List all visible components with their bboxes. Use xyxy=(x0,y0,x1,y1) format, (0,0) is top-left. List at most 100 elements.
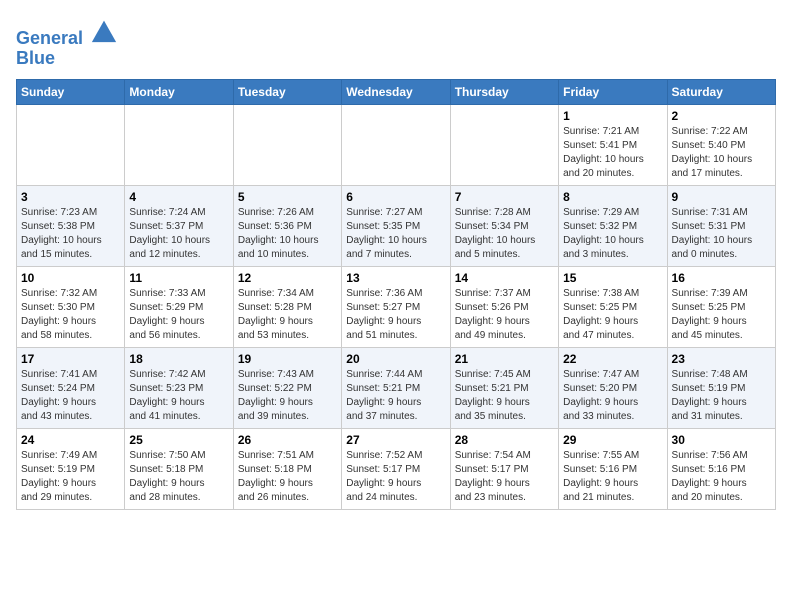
day-info: Sunrise: 7:49 AM Sunset: 5:19 PM Dayligh… xyxy=(21,449,120,505)
day-number: 12 xyxy=(238,271,337,285)
logo: General Blue xyxy=(16,16,118,69)
day-number: 19 xyxy=(238,352,337,366)
calendar-cell: 26Sunrise: 7:51 AM Sunset: 5:18 PM Dayli… xyxy=(233,428,341,509)
calendar-cell: 8 Sunrise: 7:29 AM Sunset: 5:32 PM Daylig… xyxy=(559,185,667,266)
calendar-cell: 21Sunrise: 7:45 AM Sunset: 5:21 PM Dayli… xyxy=(450,347,558,428)
calendar-cell: 5 Sunrise: 7:26 AM Sunset: 5:36 PM Daylig… xyxy=(233,185,341,266)
day-header-thursday: Thursday xyxy=(450,79,558,104)
day-number: 24 xyxy=(21,433,120,447)
day-number: 28 xyxy=(455,433,554,447)
calendar-cell: 7 Sunrise: 7:28 AM Sunset: 5:34 PM Daylig… xyxy=(450,185,558,266)
day-number: 20 xyxy=(346,352,445,366)
day-info: Sunrise: 7:37 AM Sunset: 5:26 PM Dayligh… xyxy=(455,287,554,343)
day-number: 10 xyxy=(21,271,120,285)
day-info: Sunrise: 7:39 AM Sunset: 5:25 PM Dayligh… xyxy=(672,287,771,343)
day-info: Sunrise: 7:34 AM Sunset: 5:28 PM Dayligh… xyxy=(238,287,337,343)
calendar-cell: 13Sunrise: 7:36 AM Sunset: 5:27 PM Dayli… xyxy=(342,266,450,347)
calendar-week-row: 3 Sunrise: 7:23 AM Sunset: 5:38 PM Daylig… xyxy=(17,185,776,266)
calendar-cell: 22Sunrise: 7:47 AM Sunset: 5:20 PM Dayli… xyxy=(559,347,667,428)
calendar-cell: 4 Sunrise: 7:24 AM Sunset: 5:37 PM Daylig… xyxy=(125,185,233,266)
calendar-cell: 29 Sunrise: 7:55 AM Sunset: 5:16 PM Dayli… xyxy=(559,428,667,509)
calendar-cell xyxy=(450,104,558,185)
logo-icon xyxy=(90,16,118,44)
day-info: Sunrise: 7:21 AM Sunset: 5:41 PM Dayligh… xyxy=(563,125,662,181)
day-number: 9 xyxy=(672,190,771,204)
day-info: Sunrise: 7:22 AM Sunset: 5:40 PM Dayligh… xyxy=(672,125,771,181)
day-info: Sunrise: 7:38 AM Sunset: 5:25 PM Dayligh… xyxy=(563,287,662,343)
day-number: 17 xyxy=(21,352,120,366)
day-number: 18 xyxy=(129,352,228,366)
day-number: 1 xyxy=(563,109,662,123)
calendar-cell: 10 Sunrise: 7:32 AM Sunset: 5:30 PM Dayli… xyxy=(17,266,125,347)
calendar-cell: 11 Sunrise: 7:33 AM Sunset: 5:29 PM Dayli… xyxy=(125,266,233,347)
day-number: 3 xyxy=(21,190,120,204)
day-info: Sunrise: 7:50 AM Sunset: 5:18 PM Dayligh… xyxy=(129,449,228,505)
calendar-cell: 25 Sunrise: 7:50 AM Sunset: 5:18 PM Dayli… xyxy=(125,428,233,509)
day-number: 21 xyxy=(455,352,554,366)
calendar-week-row: 17Sunrise: 7:41 AM Sunset: 5:24 PM Dayli… xyxy=(17,347,776,428)
calendar-week-row: 10 Sunrise: 7:32 AM Sunset: 5:30 PM Dayli… xyxy=(17,266,776,347)
day-header-monday: Monday xyxy=(125,79,233,104)
day-header-friday: Friday xyxy=(559,79,667,104)
day-header-wednesday: Wednesday xyxy=(342,79,450,104)
calendar-cell xyxy=(125,104,233,185)
logo-text: General xyxy=(16,16,118,49)
logo-general: General xyxy=(16,28,83,48)
calendar-cell: 9 Sunrise: 7:31 AM Sunset: 5:31 PM Daylig… xyxy=(667,185,775,266)
day-number: 23 xyxy=(672,352,771,366)
calendar-cell xyxy=(233,104,341,185)
calendar-cell xyxy=(17,104,125,185)
calendar-week-row: 1 Sunrise: 7:21 AM Sunset: 5:41 PM Daylig… xyxy=(17,104,776,185)
day-header-sunday: Sunday xyxy=(17,79,125,104)
day-info: Sunrise: 7:48 AM Sunset: 5:19 PM Dayligh… xyxy=(672,368,771,424)
day-info: Sunrise: 7:26 AM Sunset: 5:36 PM Dayligh… xyxy=(238,206,337,262)
day-header-tuesday: Tuesday xyxy=(233,79,341,104)
day-number: 8 xyxy=(563,190,662,204)
calendar-cell: 16 Sunrise: 7:39 AM Sunset: 5:25 PM Dayli… xyxy=(667,266,775,347)
day-number: 15 xyxy=(563,271,662,285)
day-number: 13 xyxy=(346,271,445,285)
day-info: Sunrise: 7:28 AM Sunset: 5:34 PM Dayligh… xyxy=(455,206,554,262)
day-info: Sunrise: 7:29 AM Sunset: 5:32 PM Dayligh… xyxy=(563,206,662,262)
calendar-cell: 28 Sunrise: 7:54 AM Sunset: 5:17 PM Dayli… xyxy=(450,428,558,509)
calendar-cell: 15 Sunrise: 7:38 AM Sunset: 5:25 PM Dayli… xyxy=(559,266,667,347)
day-info: Sunrise: 7:42 AM Sunset: 5:23 PM Dayligh… xyxy=(129,368,228,424)
calendar-week-row: 24 Sunrise: 7:49 AM Sunset: 5:19 PM Dayli… xyxy=(17,428,776,509)
calendar-cell: 23 Sunrise: 7:48 AM Sunset: 5:19 PM Dayli… xyxy=(667,347,775,428)
day-number: 4 xyxy=(129,190,228,204)
day-info: Sunrise: 7:27 AM Sunset: 5:35 PM Dayligh… xyxy=(346,206,445,262)
day-info: Sunrise: 7:32 AM Sunset: 5:30 PM Dayligh… xyxy=(21,287,120,343)
page-header: General Blue xyxy=(16,16,776,69)
calendar-cell: 12 Sunrise: 7:34 AM Sunset: 5:28 PM Dayli… xyxy=(233,266,341,347)
day-info: Sunrise: 7:23 AM Sunset: 5:38 PM Dayligh… xyxy=(21,206,120,262)
calendar-cell: 24 Sunrise: 7:49 AM Sunset: 5:19 PM Dayli… xyxy=(17,428,125,509)
day-info: Sunrise: 7:24 AM Sunset: 5:37 PM Dayligh… xyxy=(129,206,228,262)
calendar-cell: 3 Sunrise: 7:23 AM Sunset: 5:38 PM Daylig… xyxy=(17,185,125,266)
calendar-cell: 18 Sunrise: 7:42 AM Sunset: 5:23 PM Dayli… xyxy=(125,347,233,428)
day-number: 26 xyxy=(238,433,337,447)
calendar-cell: 1 Sunrise: 7:21 AM Sunset: 5:41 PM Daylig… xyxy=(559,104,667,185)
day-number: 30 xyxy=(672,433,771,447)
day-number: 7 xyxy=(455,190,554,204)
calendar-cell: 17Sunrise: 7:41 AM Sunset: 5:24 PM Dayli… xyxy=(17,347,125,428)
calendar-cell: 14Sunrise: 7:37 AM Sunset: 5:26 PM Dayli… xyxy=(450,266,558,347)
calendar-cell: 6 Sunrise: 7:27 AM Sunset: 5:35 PM Daylig… xyxy=(342,185,450,266)
calendar-cell: 30Sunrise: 7:56 AM Sunset: 5:16 PM Dayli… xyxy=(667,428,775,509)
day-number: 16 xyxy=(672,271,771,285)
day-number: 25 xyxy=(129,433,228,447)
day-number: 5 xyxy=(238,190,337,204)
day-number: 29 xyxy=(563,433,662,447)
day-info: Sunrise: 7:43 AM Sunset: 5:22 PM Dayligh… xyxy=(238,368,337,424)
day-number: 6 xyxy=(346,190,445,204)
calendar-cell xyxy=(342,104,450,185)
calendar-cell: 27Sunrise: 7:52 AM Sunset: 5:17 PM Dayli… xyxy=(342,428,450,509)
day-info: Sunrise: 7:31 AM Sunset: 5:31 PM Dayligh… xyxy=(672,206,771,262)
calendar-table: SundayMondayTuesdayWednesdayThursdayFrid… xyxy=(16,79,776,510)
day-info: Sunrise: 7:54 AM Sunset: 5:17 PM Dayligh… xyxy=(455,449,554,505)
logo-blue: Blue xyxy=(16,49,118,69)
day-info: Sunrise: 7:33 AM Sunset: 5:29 PM Dayligh… xyxy=(129,287,228,343)
calendar-cell: 20Sunrise: 7:44 AM Sunset: 5:21 PM Dayli… xyxy=(342,347,450,428)
calendar-cell: 19 Sunrise: 7:43 AM Sunset: 5:22 PM Dayli… xyxy=(233,347,341,428)
day-info: Sunrise: 7:55 AM Sunset: 5:16 PM Dayligh… xyxy=(563,449,662,505)
day-number: 11 xyxy=(129,271,228,285)
